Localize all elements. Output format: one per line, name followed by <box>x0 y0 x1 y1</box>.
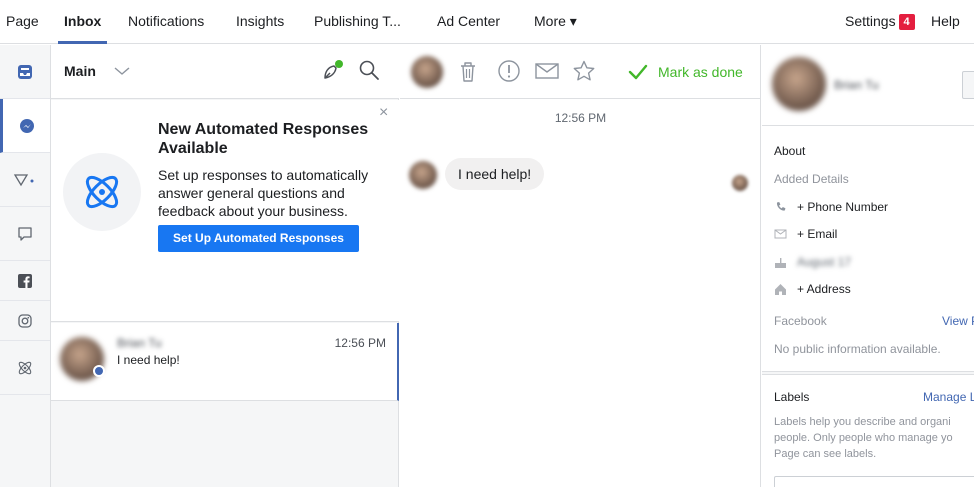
rail-all-messages[interactable] <box>0 45 50 99</box>
instagram-icon <box>18 313 32 328</box>
settings-label: Settings <box>845 13 896 29</box>
birthday-value: August 17 <box>797 255 852 269</box>
section-divider <box>762 371 974 375</box>
view-profile-link[interactable]: View P <box>942 314 974 328</box>
settings-badge: 4 <box>898 14 915 30</box>
labels-help-line-1: Labels help you describe and organi <box>774 416 951 428</box>
tab-insights[interactable]: Insights <box>236 0 284 44</box>
message-thread-panel: Mark as done 12:56 PM I need help! <box>400 45 761 487</box>
tab-page[interactable]: Page <box>6 0 39 44</box>
phone-icon <box>776 202 786 211</box>
message-bubble: I need help! <box>445 158 545 190</box>
funnel-icon <box>13 173 34 186</box>
labels-help-line-2: people. Only people who manage yo <box>774 432 953 444</box>
chevron-down-icon[interactable] <box>114 66 130 76</box>
messenger-badge-icon <box>93 365 105 377</box>
inbox-source-rail <box>0 45 51 487</box>
manage-labels-link[interactable]: Manage L <box>923 390 974 404</box>
avatar <box>772 57 826 111</box>
inbox-tray-icon <box>18 64 32 79</box>
conversation-snippet: I need help! <box>117 353 180 367</box>
app-window: Page Inbox Notifications Insights Publis… <box>0 0 974 487</box>
checkmark-icon <box>628 64 648 80</box>
search-icon[interactable] <box>358 59 380 81</box>
tab-more[interactable]: More ▾ <box>534 0 577 44</box>
added-details-label: Added Details <box>774 172 849 186</box>
promo-body: Set up responses to automatically answer… <box>158 167 369 219</box>
conversation-list-header: Main <box>51 45 399 99</box>
facebook-icon <box>18 273 32 288</box>
thread-timestamp: 12:56 PM <box>554 111 607 125</box>
conversation-name: Brian Tu <box>117 336 162 350</box>
top-nav: Page Inbox Notifications Insights Publis… <box>0 0 974 44</box>
tab-ad-center[interactable]: Ad Center <box>437 0 500 44</box>
trash-icon[interactable] <box>458 60 478 84</box>
avatar <box>409 161 437 189</box>
comment-icon <box>18 226 32 241</box>
promo-illustration <box>63 153 141 231</box>
spam-icon[interactable] <box>497 59 521 83</box>
add-phone-number-link[interactable]: + Phone Number <box>797 200 888 214</box>
contact-info-panel: Brian Tu About Added Details + Phone Num… <box>762 45 974 487</box>
email-icon <box>774 229 787 239</box>
star-icon[interactable] <box>572 59 596 83</box>
close-icon[interactable]: × <box>379 104 388 122</box>
add-email-link[interactable]: + Email <box>797 227 837 241</box>
mark-as-done-label: Mark as done <box>658 64 743 80</box>
divider <box>762 125 974 126</box>
rail-comments[interactable] <box>0 207 50 261</box>
rail-instagram[interactable] <box>0 301 50 341</box>
inbox-filter-dropdown[interactable]: Main <box>64 63 96 79</box>
messenger-icon <box>19 118 34 133</box>
contact-name: Brian Tu <box>834 78 879 92</box>
automated-responses-promo: × New Automated Responses Available Set … <box>51 100 399 322</box>
settings-link[interactable]: Settings 4 <box>845 0 915 44</box>
tab-notifications[interactable]: Notifications <box>128 0 204 44</box>
rail-messenger[interactable] <box>0 99 50 153</box>
facebook-label: Facebook <box>774 314 827 328</box>
mark-as-done-button[interactable]: Mark as done <box>628 62 743 82</box>
atom-icon <box>18 361 32 374</box>
labels-help-line-3: Page can see labels. <box>774 448 877 460</box>
mark-unread-icon[interactable] <box>534 61 560 81</box>
birthday-cake-icon <box>775 258 786 268</box>
home-icon <box>775 284 786 295</box>
conversation-list-item[interactable]: Brian Tu 12:56 PM I need help! <box>51 323 399 401</box>
add-address-link[interactable]: + Address <box>797 282 851 296</box>
add-label-input[interactable] <box>774 476 974 487</box>
new-message-icon[interactable] <box>321 59 345 83</box>
conversation-time: 12:56 PM <box>334 336 386 350</box>
conversation-list-panel: Main × New Automated Responses Available… <box>51 45 399 487</box>
rail-ads[interactable] <box>0 153 50 207</box>
contact-options-button[interactable] <box>962 71 974 99</box>
help-link[interactable]: Help <box>931 0 960 44</box>
atom-icon <box>85 175 119 209</box>
rail-facebook[interactable] <box>0 261 50 301</box>
no-public-info-text: No public information available. <box>774 342 941 356</box>
set-up-automated-responses-button[interactable]: Set Up Automated Responses <box>158 225 359 252</box>
promo-title: New Automated Responses Available <box>158 121 369 157</box>
tab-inbox[interactable]: Inbox <box>58 0 108 44</box>
labels-heading: Labels <box>774 390 810 404</box>
about-heading: About <box>774 144 806 158</box>
thread-toolbar: Mark as done <box>400 45 761 99</box>
rail-automated-responses[interactable] <box>0 341 50 395</box>
avatar <box>411 56 443 88</box>
tab-publishing-tools[interactable]: Publishing T... <box>314 0 401 44</box>
seen-receipt-avatar <box>732 175 748 191</box>
